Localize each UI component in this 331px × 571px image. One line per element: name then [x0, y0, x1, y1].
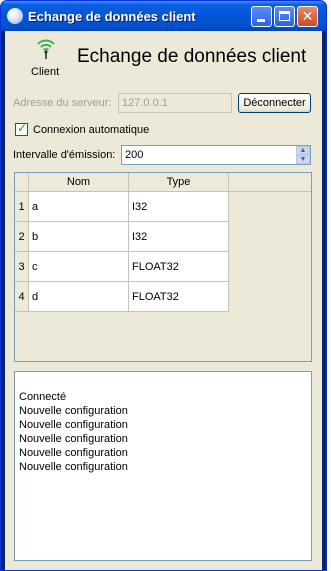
close-button[interactable]: ✕	[297, 6, 318, 27]
client-icon-label: Client	[31, 66, 60, 78]
title-bar[interactable]: Echange de données client ✕	[1, 1, 326, 31]
interval-spinner-field[interactable]: 200	[121, 145, 311, 165]
column-header-nom[interactable]: Nom	[29, 173, 129, 192]
minimize-button[interactable]	[251, 6, 272, 27]
table-corner-header	[15, 173, 29, 192]
table-cell-type[interactable]: I32	[129, 192, 229, 222]
table-cell-nom[interactable]: b	[29, 222, 129, 252]
row-number[interactable]: 4	[15, 282, 29, 312]
table-cell-type[interactable]: FLOAT32	[129, 252, 229, 282]
row-number[interactable]: 2	[15, 222, 29, 252]
window-content: Client Echange de données client Adresse…	[5, 31, 322, 570]
close-icon: ✕	[301, 8, 314, 24]
window-title: Echange de données client	[28, 9, 196, 24]
minimize-icon	[257, 19, 265, 22]
maximize-icon	[279, 11, 290, 21]
table-cell-nom[interactable]: a	[29, 192, 129, 222]
table-cell-nom[interactable]: c	[29, 252, 129, 282]
log-line: Nouvelle configuration	[19, 447, 128, 459]
log-line: Connecté	[19, 391, 67, 403]
row-number[interactable]: 1	[15, 192, 29, 222]
auto-connect-label: Connexion automatique	[33, 124, 150, 136]
table-cell-nom[interactable]: d	[29, 282, 129, 312]
app-icon	[7, 8, 23, 24]
log-line: Nouvelle configuration	[19, 433, 128, 445]
server-address-label: Adresse du serveur:	[13, 97, 112, 109]
log-area[interactable]: Connecté Nouvelle configuration Nouvelle…	[14, 371, 312, 561]
maximize-button[interactable]	[274, 6, 295, 27]
column-header-filler	[229, 173, 311, 192]
row-number[interactable]: 3	[15, 252, 29, 282]
column-header-type[interactable]: Type	[129, 173, 229, 192]
spinner-down-icon[interactable]: ▼	[296, 155, 310, 164]
checkmark-icon: ✓	[17, 121, 28, 135]
table-cell-type[interactable]: I32	[129, 222, 229, 252]
disconnect-button[interactable]: Déconnecter	[238, 93, 311, 113]
log-line: Nouvelle configuration	[19, 405, 128, 417]
table-cell-type[interactable]: FLOAT32	[129, 282, 229, 312]
log-line: Nouvelle configuration	[19, 419, 128, 431]
page-title: Echange de données client	[77, 46, 307, 67]
variables-table: Nom Type 1 a I32 2 b I32 3 c FLOAT32 4 d…	[14, 172, 312, 362]
server-address-field[interactable]: 127.0.0.1	[118, 93, 232, 113]
interval-spinner[interactable]: ▲ ▼	[296, 146, 310, 164]
interval-label: Intervalle d'émission:	[13, 149, 116, 161]
auto-connect-checkbox[interactable]: ✓	[15, 121, 28, 136]
wifi-icon	[37, 39, 55, 59]
app-window: Echange de données client ✕ Client Echan…	[0, 0, 327, 571]
spinner-up-icon[interactable]: ▲	[296, 146, 310, 155]
log-line: Nouvelle configuration	[19, 461, 128, 473]
